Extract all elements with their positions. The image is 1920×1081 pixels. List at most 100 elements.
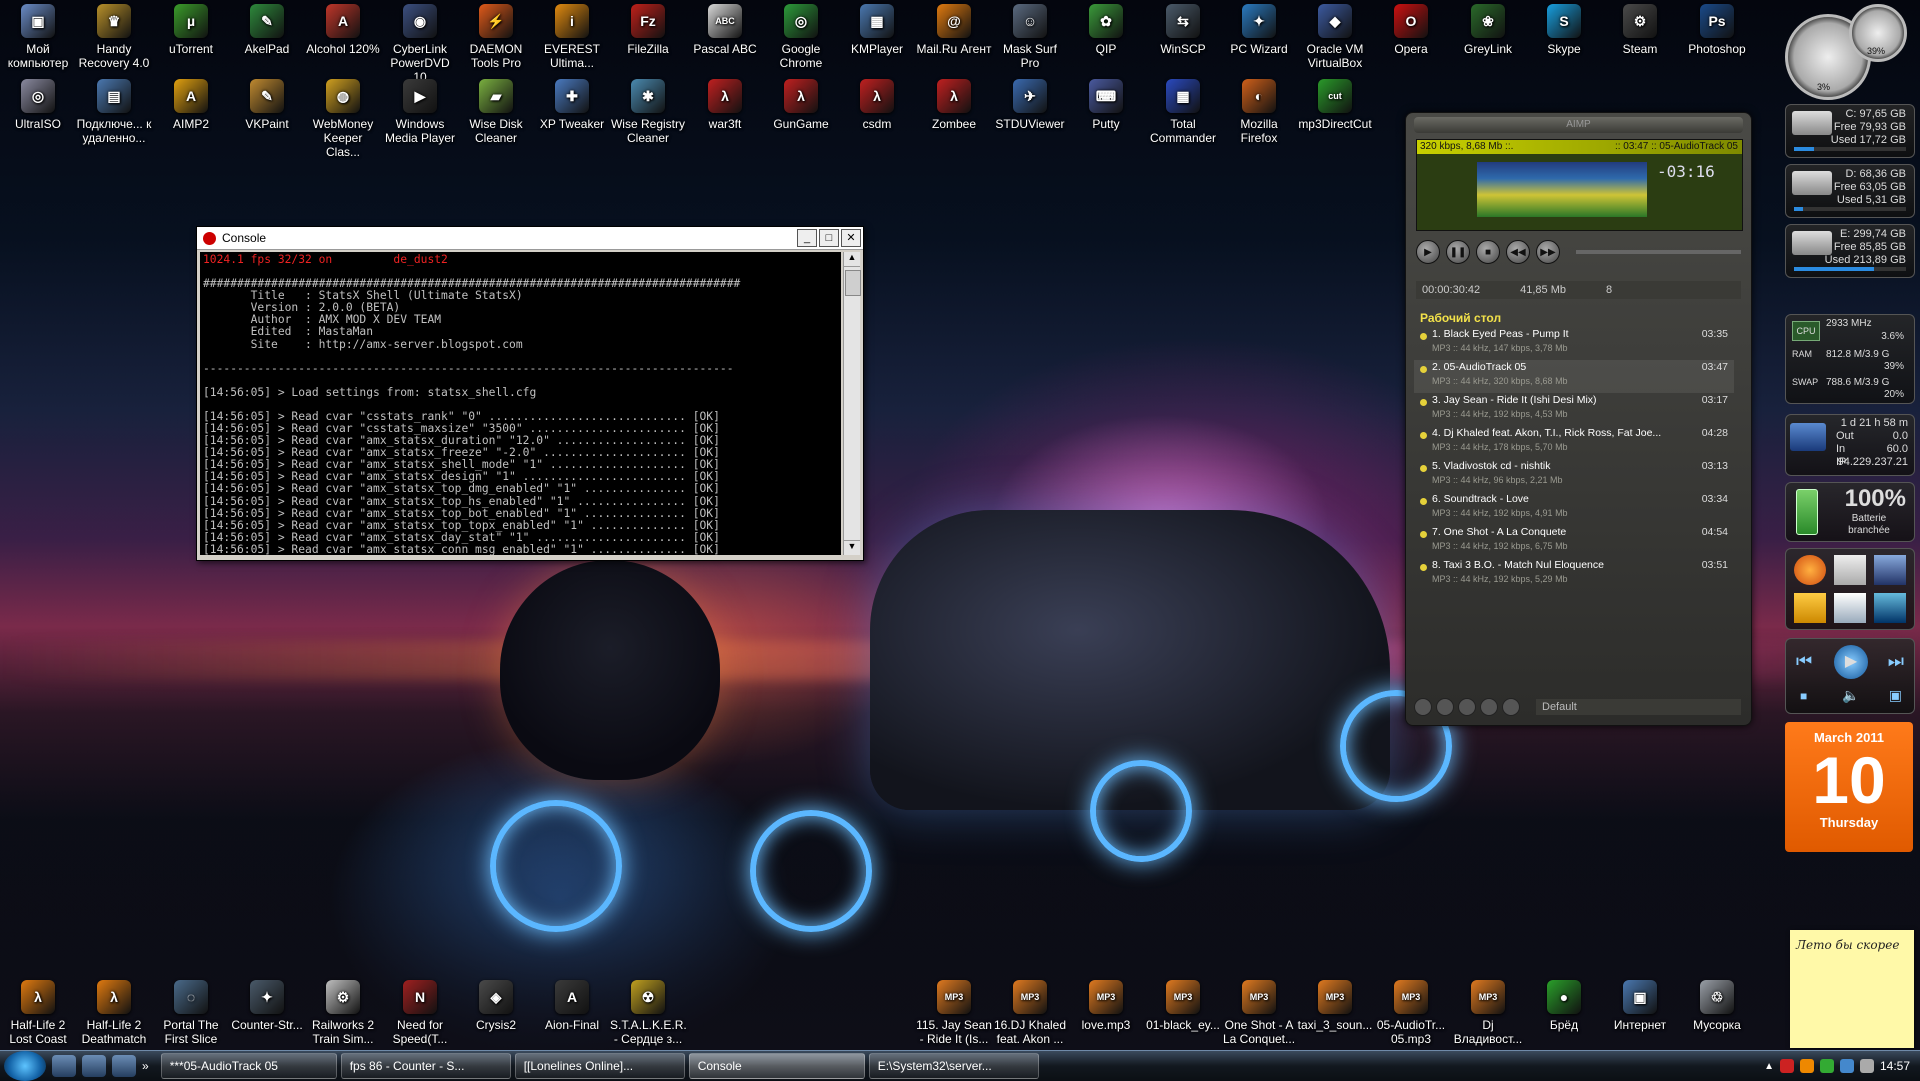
desktop-icon[interactable]: ✿ QIP [1068,2,1144,56]
desktop-icon[interactable]: ▣ Мой компьютер [0,2,76,70]
sticky-note[interactable]: Лето бы скорее [1790,930,1914,1048]
playlist-item[interactable]: 8. Taxi 3 B.O. - Match Nul Eloquence 03:5… [1414,558,1734,591]
desktop-icon[interactable]: MP3 01-black_ey... [1145,978,1221,1032]
firefox-icon[interactable] [1794,555,1826,585]
playlist-item[interactable]: 7. One Shot - A La Conquete 04:54 MP3 :: 4… [1414,525,1734,558]
playlist-preset[interactable]: Default [1536,699,1741,715]
taskbar-button[interactable]: fps 86 - Counter - S... [340,1053,511,1079]
desktop-icon[interactable]: A Aion-Final [534,978,610,1032]
previous-icon[interactable]: ⏮ [1796,651,1812,672]
desktop-icon[interactable]: ⚙ Railworks 2 Train Sim... [305,978,381,1046]
desktop-icon[interactable]: ◎ UltraISO [0,77,76,131]
stop-button[interactable]: ■ [1476,240,1500,264]
playlist-item[interactable]: 2. 05-AudioTrack 05 03:47 MP3 :: 44 kHz, 3… [1414,360,1734,393]
desktop-icon[interactable]: ⚙ Steam [1602,2,1678,56]
desktop-icon[interactable]: ▤ Подключе... к удаленно... [76,77,152,145]
next-icon[interactable]: ⏭ [1888,651,1904,672]
drive-gadget[interactable]: E: 299,74 GB Free 85,85 GB Used 213,89 GB [1785,224,1915,278]
desktop-icon[interactable]: ▦ KMPlayer [839,2,915,56]
desktop-icon[interactable]: MP3 05-AudioTr... 05.mp3 [1373,978,1449,1046]
playlist-title[interactable]: Рабочий стол [1420,311,1501,325]
scrollbar-thumb[interactable] [845,270,861,296]
volume-slider[interactable] [1576,250,1741,254]
add-icon[interactable] [1414,698,1432,716]
close-button[interactable]: ✕ [841,229,861,247]
playlist-item[interactable]: 4. Dj Khaled feat. Akon, T.I., Rick Ross… [1414,426,1734,459]
taskbar-button[interactable]: [[Lonelines Online]... [514,1053,685,1079]
misc-icon[interactable] [1480,698,1498,716]
desktop-icon[interactable]: ▶ Windows Media Player [382,77,458,145]
desktop-icon[interactable]: ♲ Мусорка [1679,978,1755,1032]
document-icon[interactable] [1834,593,1866,623]
desktop-icon[interactable]: MP3 Dj Владивост... [1450,978,1526,1046]
desktop-icon[interactable]: MP3 One Shot - A La Conquet... [1221,978,1297,1046]
calendar-icon[interactable] [1834,555,1866,585]
volume-icon[interactable]: 🔈 [1842,687,1859,704]
previous-button[interactable]: ◀◀ [1506,240,1530,264]
desktop-icon[interactable]: ✦ Counter-Str... [229,978,305,1032]
quick-launch-gadget[interactable] [1785,548,1915,630]
console-output[interactable]: 1024.1 fps 32/32 on de_dust2 ############… [200,252,841,555]
playlist-item[interactable]: 3. Jay Sean - Ride It (Ishi Desi Mix) 03:… [1414,393,1734,426]
desktop-icon[interactable]: ✱ Wise Registry Cleaner [610,77,686,145]
volume-tray-icon[interactable] [1859,1059,1874,1073]
desktop-icon[interactable]: λ Half-Life 2 Deathmatch [76,978,152,1046]
desktop-icon[interactable]: ◍ WebMoney Keeper Clas... [305,77,381,159]
taskbar-button[interactable]: E:\System32\server... [868,1053,1039,1079]
cpu-meter-gadget[interactable]: CPU 2933 MHz 3.6% RAM 812.8 M/3.9 G 39% … [1785,314,1915,404]
sort-icon[interactable] [1458,698,1476,716]
aimp-header[interactable]: AIMP [1414,117,1743,133]
desktop-icon[interactable]: ✚ XP Tweaker [534,77,610,131]
desktop-icon[interactable]: N Need for Speed(T... [382,978,458,1046]
qip-tray-icon[interactable] [1819,1059,1834,1073]
explorer-quicklaunch-icon[interactable] [112,1055,136,1077]
desktop-icon[interactable]: Fz FileZilla [610,2,686,56]
desktop-icon[interactable]: ☺ Mask Surf Pro [992,2,1068,70]
desktop-icon[interactable]: A AIMP2 [153,77,229,131]
aimp-player[interactable]: AIMP 320 kbps, 8,68 Mb ::.:: 03:47 :: 05… [1405,112,1752,726]
desktop-icon[interactable]: MP3 115. Jay Sean - Ride It (Is... [916,978,992,1046]
show-desktop-icon[interactable] [52,1055,76,1077]
desktop-icon[interactable]: ✦ PC Wizard [1221,2,1297,56]
desktop-icon[interactable]: ● Брёд [1526,978,1602,1032]
opera-tray-icon[interactable] [1779,1059,1794,1073]
maximize-button[interactable]: □ [819,229,839,247]
desktop-icon[interactable]: λ csdm [839,77,915,131]
console-titlebar[interactable]: Console _ □ ✕ [197,227,863,250]
desktop-icon[interactable]: Ps Photoshop [1679,2,1755,56]
desktop-icon[interactable]: ✈ STDUViewer [992,77,1068,131]
contacts-icon[interactable] [1874,555,1906,585]
meter-gadget[interactable]: 3% 39% [1785,0,1915,100]
quicklaunch-overflow-icon[interactable]: » [142,1059,149,1073]
remove-icon[interactable] [1436,698,1454,716]
minimize-button[interactable]: _ [797,229,817,247]
desktop-icon[interactable]: ◌ Portal The First Slice [153,978,229,1046]
next-button[interactable]: ▶▶ [1536,240,1560,264]
bird-icon[interactable] [1874,593,1906,623]
desktop-icon[interactable]: λ Zombee [916,77,992,131]
desktop-icon[interactable]: ▰ Wise Disk Cleaner [458,77,534,145]
fullscreen-icon[interactable]: ▣ [1889,687,1902,704]
desktop-icon[interactable]: S Skype [1526,2,1602,56]
media-control-gadget[interactable]: ⏮ ▶ ⏭ ■ 🔈 ▣ [1785,638,1915,714]
taskbar-button[interactable]: Console [688,1053,865,1079]
desktop-icon[interactable]: ⚡ DAEMON Tools Pro [458,2,534,70]
browser-quicklaunch-icon[interactable] [82,1055,106,1077]
desktop-icon[interactable]: ◆ Oracle VM VirtualBox [1297,2,1373,70]
start-button[interactable] [4,1051,46,1081]
desktop-icon[interactable]: λ war3ft [687,77,763,131]
desktop-icon[interactable]: ⇆ WinSCP [1145,2,1221,56]
network-tray-icon[interactable] [1839,1059,1854,1073]
stop-icon[interactable]: ■ [1800,689,1807,703]
playlist-item[interactable]: 1. Black Eyed Peas - Pump It 03:35 MP3 :: … [1414,327,1734,360]
desktop-icon[interactable]: ABC Pascal ABC [687,2,763,56]
pause-button[interactable]: ❚❚ [1446,240,1470,264]
console-scrollbar[interactable]: ▲ ▼ [843,252,861,555]
desktop-icon[interactable]: cut mp3DirectCut [1297,77,1373,131]
playlist-item[interactable]: 5. Vladivostok cd - nishtik 03:13 MP3 :: 4… [1414,459,1734,492]
drive-gadget[interactable]: D: 68,36 GB Free 63,05 GB Used 5,31 GB [1785,164,1915,218]
desktop-icon[interactable]: ♛ Handy Recovery 4.0 [76,2,152,70]
search-icon[interactable] [1502,698,1520,716]
taskbar-button[interactable]: ***05-AudioTrack 05 [160,1053,337,1079]
desktop-icon[interactable]: A Alcohol 120% [305,2,381,56]
